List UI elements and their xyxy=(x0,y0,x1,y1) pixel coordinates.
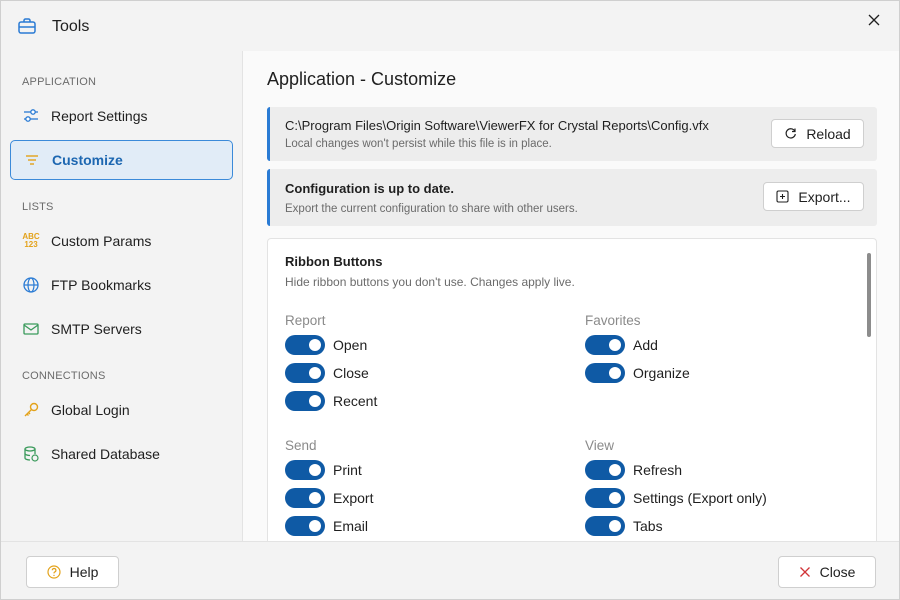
refresh-icon xyxy=(784,127,797,140)
config-note: Local changes won't persist while this f… xyxy=(285,138,552,150)
toggle-label: Open xyxy=(333,337,368,353)
sidebar-item-shared-database[interactable]: Shared Database xyxy=(10,434,233,474)
page-title: Application - Customize xyxy=(267,69,457,89)
section-label-application: APPLICATION xyxy=(22,76,97,88)
toggle-switch[interactable] xyxy=(285,460,325,480)
sidebar-item-label: Report Settings xyxy=(51,108,148,124)
toggle-label: Print xyxy=(333,462,362,478)
sidebar-item-label: SMTP Servers xyxy=(51,321,142,337)
toggle-row-organize[interactable]: Organize xyxy=(585,362,690,384)
toggle-row-settings-export-only[interactable]: Settings (Export only) xyxy=(585,487,767,509)
main-panel: Application - Customize C:\Program Files… xyxy=(242,51,899,541)
toggle-switch[interactable] xyxy=(585,363,625,383)
config-path: C:\Program Files\Origin Software\ViewerF… xyxy=(285,118,709,133)
group-label-send: Send xyxy=(285,438,317,453)
close-label: Close xyxy=(819,564,856,580)
sidebar-item-ftp-bookmarks[interactable]: FTP Bookmarks xyxy=(10,265,233,305)
sidebar: APPLICATION Report Settings Customize LI… xyxy=(1,51,241,541)
toggle-switch[interactable] xyxy=(585,335,625,355)
toggle-label: Organize xyxy=(633,365,690,381)
help-label: Help xyxy=(69,564,99,580)
close-button[interactable]: Close xyxy=(778,556,876,588)
help-button[interactable]: Help xyxy=(26,556,119,588)
tools-dialog: Tools APPLICATION Report Settings Custom… xyxy=(0,0,900,600)
config-path-banner: C:\Program Files\Origin Software\ViewerF… xyxy=(267,107,877,161)
key-icon xyxy=(22,401,40,419)
toggle-switch[interactable] xyxy=(285,363,325,383)
toggle-label: Close xyxy=(333,365,369,381)
scrollbar-thumb[interactable] xyxy=(867,253,871,337)
sidebar-item-customize[interactable]: Customize xyxy=(10,140,233,180)
toggle-row-close[interactable]: Close xyxy=(285,362,369,384)
toggle-row-recent[interactable]: Recent xyxy=(285,390,377,412)
sidebar-item-label: Custom Params xyxy=(51,233,152,249)
toggle-row-tabs[interactable]: Tabs xyxy=(585,515,663,537)
export-icon xyxy=(776,190,789,203)
sidebar-item-report-settings[interactable]: Report Settings xyxy=(10,96,233,136)
close-x-icon xyxy=(799,566,811,578)
help-circle-icon xyxy=(46,565,61,579)
sidebar-item-smtp-servers[interactable]: SMTP Servers xyxy=(10,309,233,349)
reload-button[interactable]: Reload xyxy=(771,119,864,148)
digits-glyph: 123 xyxy=(24,240,38,249)
export-label: Export... xyxy=(798,188,851,205)
sliders-icon xyxy=(22,107,40,125)
toggle-label: Settings (Export only) xyxy=(633,490,767,506)
ribbon-title: Ribbon Buttons xyxy=(285,254,383,269)
sidebar-item-label: Global Login xyxy=(51,402,130,418)
toggle-label: Refresh xyxy=(633,462,683,478)
section-label-connections: CONNECTIONS xyxy=(22,370,106,382)
status-heading: Configuration is up to date. xyxy=(285,181,454,196)
toggle-label: Export xyxy=(333,490,374,506)
globe-icon xyxy=(22,276,40,294)
window-title: Tools xyxy=(52,18,90,35)
toggle-label: Add xyxy=(633,337,658,353)
toggle-switch[interactable] xyxy=(285,335,325,355)
toggle-row-refresh[interactable]: Refresh xyxy=(585,459,682,481)
toggle-row-email[interactable]: Email xyxy=(285,515,368,537)
status-banner: Configuration is up to date. Export the … xyxy=(267,169,877,226)
sidebar-item-label: Shared Database xyxy=(51,446,160,462)
close-icon[interactable] xyxy=(863,9,885,31)
toggle-label: Email xyxy=(333,518,369,534)
section-label-lists: LISTS xyxy=(22,201,54,213)
mail-icon xyxy=(22,320,40,338)
toggle-row-open[interactable]: Open xyxy=(285,334,367,356)
sidebar-item-custom-params[interactable]: ABC 123 Custom Params xyxy=(10,221,233,261)
toggle-row-print[interactable]: Print xyxy=(285,459,362,481)
briefcase-icon xyxy=(18,18,36,34)
database-icon xyxy=(22,445,40,463)
title-bar: Tools xyxy=(1,1,899,51)
ribbon-buttons-card: Ribbon Buttons Hide ribbon buttons you d… xyxy=(267,238,877,541)
toggle-row-add[interactable]: Add xyxy=(585,334,658,356)
toggle-switch[interactable] xyxy=(585,488,625,508)
sidebar-item-label: FTP Bookmarks xyxy=(51,277,152,293)
toggle-row-export[interactable]: Export xyxy=(285,487,373,509)
toggle-label: Recent xyxy=(333,393,378,409)
status-note: Export the current configuration to shar… xyxy=(285,203,578,215)
ribbon-subtitle: Hide ribbon buttons you don't use. Chang… xyxy=(285,275,575,289)
group-label-report: Report xyxy=(285,313,326,328)
toggle-switch[interactable] xyxy=(585,460,625,480)
toggle-switch[interactable] xyxy=(285,516,325,536)
sidebar-item-label: Customize xyxy=(52,152,123,168)
group-label-view: View xyxy=(585,438,615,453)
group-label-favorites: Favorites xyxy=(585,313,641,328)
toggle-switch[interactable] xyxy=(285,488,325,508)
toggle-label: Tabs xyxy=(633,518,663,534)
abc-123-icon: ABC 123 xyxy=(22,232,40,250)
export-button[interactable]: Export... xyxy=(763,182,864,211)
toggle-switch[interactable] xyxy=(285,391,325,411)
toggle-switch[interactable] xyxy=(585,516,625,536)
sidebar-item-global-login[interactable]: Global Login xyxy=(10,390,233,430)
reload-label: Reload xyxy=(806,125,851,142)
filter-lines-icon xyxy=(23,151,41,169)
dialog-footer: Help Close xyxy=(1,541,899,599)
